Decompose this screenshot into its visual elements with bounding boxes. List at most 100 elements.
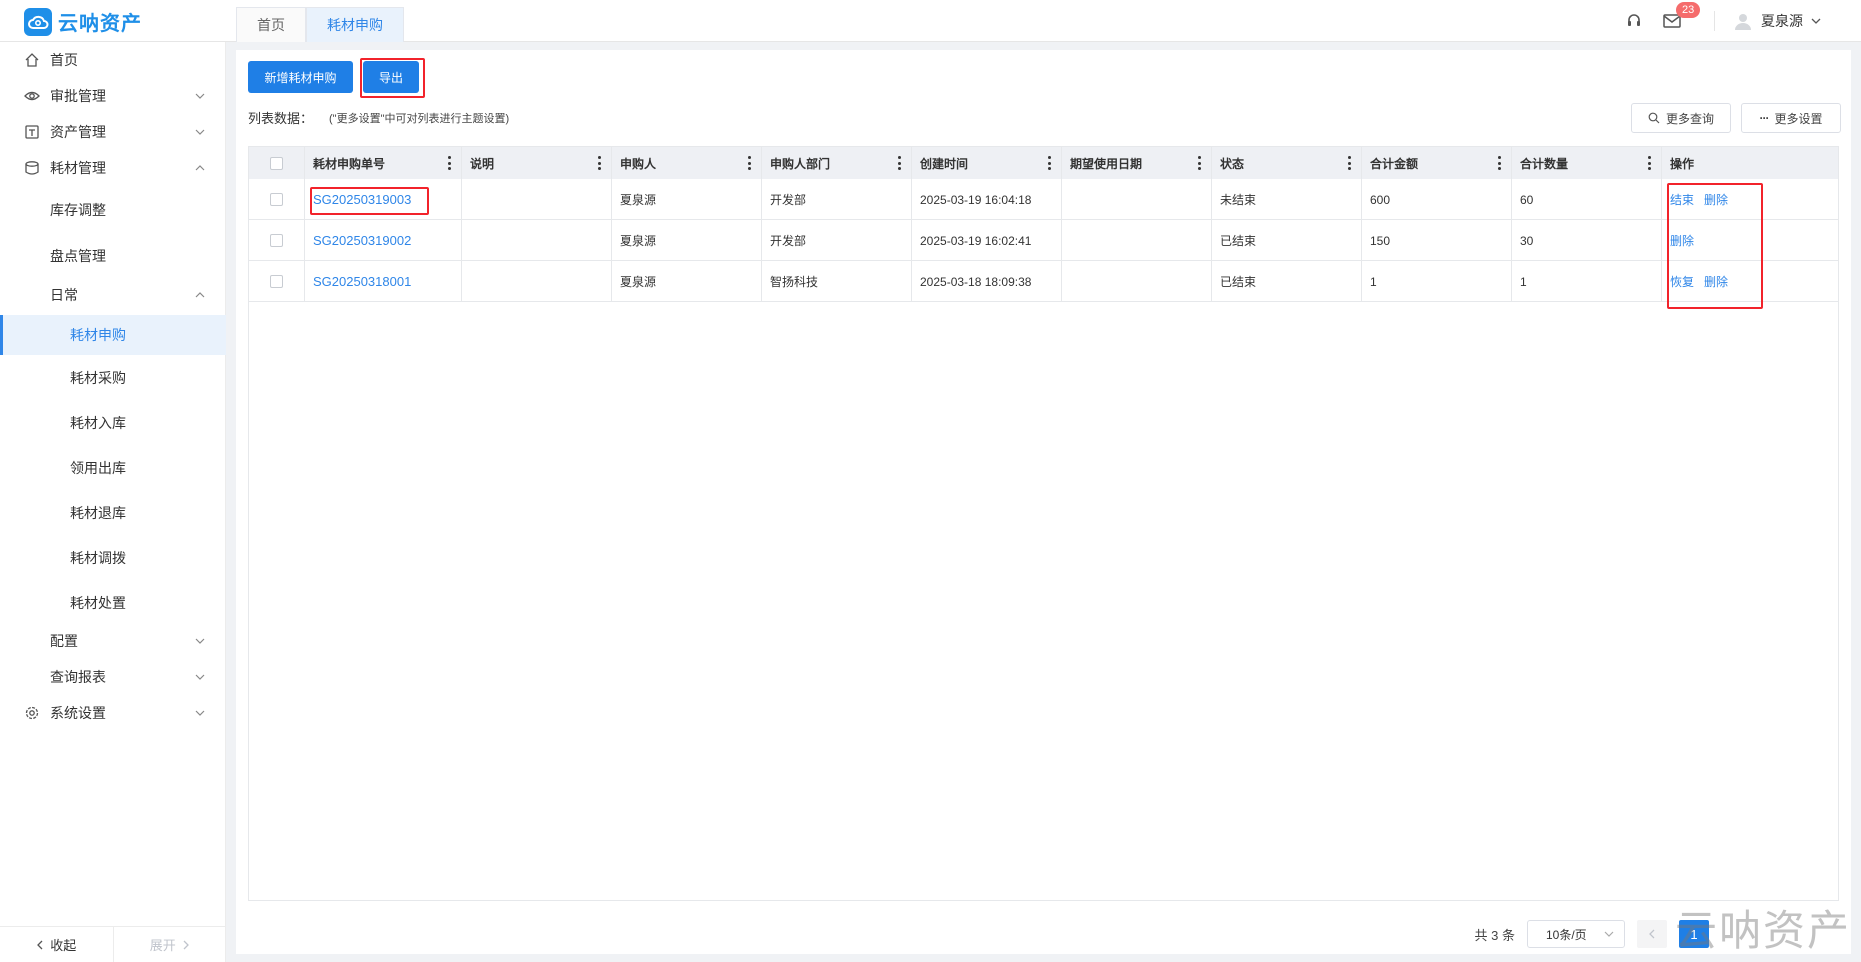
prev-page-button[interactable] bbox=[1637, 920, 1667, 948]
user-name: 夏泉源 bbox=[1761, 13, 1803, 29]
column-header[interactable]: 创建时间 bbox=[912, 147, 1062, 179]
sidebar-item-label: 盘点管理 bbox=[50, 248, 106, 264]
table-row: SG20250318001 夏泉源 智扬科技 2025-03-18 18:09:… bbox=[249, 261, 1838, 302]
column-header[interactable]: 合计金额 bbox=[1362, 147, 1512, 179]
qty-cell: 1 bbox=[1512, 261, 1662, 302]
sidebar-item-inventory[interactable]: 盘点管理 bbox=[0, 238, 226, 274]
more-settings-label: 更多设置 bbox=[1774, 111, 1823, 126]
page-size-select[interactable]: 10条/页 bbox=[1527, 920, 1625, 948]
status-cell: 未结束 bbox=[1212, 179, 1362, 220]
sidebar-item-stock-out[interactable]: 领用出库 bbox=[0, 450, 226, 486]
sidebar-item-home[interactable]: 首页 bbox=[0, 42, 226, 78]
sidebar-item-daily[interactable]: 日常 bbox=[0, 277, 226, 313]
expected-date-cell bbox=[1062, 220, 1212, 261]
column-menu-icon[interactable] bbox=[598, 156, 601, 170]
tab-consumable-request[interactable]: 耗材申购 bbox=[306, 7, 404, 42]
page-size-value: 10条/页 bbox=[1546, 927, 1587, 942]
list-label: 列表数据： bbox=[248, 111, 314, 126]
ellipsis-icon: ··· bbox=[1759, 111, 1769, 125]
collapse-button[interactable]: 收起 bbox=[0, 927, 113, 962]
sidebar-footer: 收起 展开 bbox=[0, 926, 226, 962]
sidebar-item-label: 查询报表 bbox=[50, 669, 106, 685]
mail-icon[interactable]: 23 bbox=[1662, 2, 1701, 31]
request-code-link[interactable]: SG20250319002 bbox=[313, 233, 411, 248]
dept-cell: 开发部 bbox=[762, 220, 912, 261]
sidebar-item-label: 耗材申购 bbox=[70, 327, 126, 343]
column-title: 说明 bbox=[470, 156, 495, 171]
sidebar-item-consumables[interactable]: 耗材管理 bbox=[0, 150, 226, 186]
row-checkbox[interactable] bbox=[270, 275, 283, 288]
column-title: 合计数量 bbox=[1520, 156, 1569, 171]
sidebar-item-label: 资产管理 bbox=[50, 124, 106, 140]
note-cell bbox=[462, 220, 612, 261]
row-checkbox[interactable] bbox=[270, 234, 283, 247]
column-menu-icon[interactable] bbox=[898, 156, 901, 170]
column-menu-icon[interactable] bbox=[748, 156, 751, 170]
chevron-down-icon bbox=[195, 129, 205, 135]
sidebar-item-label: 领用出库 bbox=[70, 460, 126, 476]
sidebar-item-stock-adjust[interactable]: 库存调整 bbox=[0, 192, 226, 228]
chevron-up-icon bbox=[195, 292, 205, 298]
sidebar-item-return[interactable]: 耗材退库 bbox=[0, 495, 226, 531]
created-cell: 2025-03-19 16:02:41 bbox=[912, 220, 1062, 261]
header-divider bbox=[1714, 11, 1715, 31]
table-header: 耗材申购单号 说明 申购人 申购人部门 创建时间 期望使用日期 状态 合计金额 … bbox=[249, 147, 1838, 179]
sidebar-item-stock-in[interactable]: 耗材入库 bbox=[0, 405, 226, 441]
column-header[interactable]: 期望使用日期 bbox=[1062, 147, 1212, 179]
amount-cell: 1 bbox=[1362, 261, 1512, 302]
amount-cell: 600 bbox=[1362, 179, 1512, 220]
sidebar-item-label: 库存调整 bbox=[50, 202, 106, 218]
select-all-checkbox[interactable] bbox=[270, 156, 283, 170]
sidebar-item-transfer[interactable]: 耗材调拨 bbox=[0, 540, 226, 576]
applicant-cell: 夏泉源 bbox=[612, 261, 762, 302]
amount-cell: 150 bbox=[1362, 220, 1512, 261]
column-header[interactable]: 申购人 bbox=[612, 147, 762, 179]
sidebar-item-purchase[interactable]: 耗材采购 bbox=[0, 360, 226, 396]
more-settings-button[interactable]: ··· 更多设置 bbox=[1741, 103, 1841, 133]
column-header[interactable]: 状态 bbox=[1212, 147, 1362, 179]
request-code-link[interactable]: SG20250318001 bbox=[313, 274, 411, 289]
column-menu-icon[interactable] bbox=[1198, 156, 1201, 170]
header-actions: 23 夏泉源 bbox=[1624, 0, 1821, 42]
user-menu[interactable]: 夏泉源 bbox=[1733, 11, 1821, 31]
sidebar-item-config[interactable]: 配置 bbox=[0, 623, 226, 659]
column-title: 合计金额 bbox=[1370, 156, 1419, 171]
column-header[interactable]: 说明 bbox=[462, 147, 612, 179]
sidebar-item-label: 耗材调拨 bbox=[70, 550, 126, 566]
sidebar-item-disposal[interactable]: 耗材处置 bbox=[0, 585, 226, 621]
sidebar-item-assets[interactable]: 资产管理 bbox=[0, 114, 226, 150]
chevron-right-icon bbox=[183, 940, 189, 949]
sidebar-item-label: 日常 bbox=[50, 287, 78, 303]
highlight-box bbox=[310, 187, 429, 215]
expand-button[interactable]: 展开 bbox=[112, 927, 227, 962]
column-menu-icon[interactable] bbox=[448, 156, 451, 170]
column-header[interactable]: 合计数量 bbox=[1512, 147, 1662, 179]
sidebar-item-label: 配置 bbox=[50, 633, 78, 649]
column-menu-icon[interactable] bbox=[1498, 156, 1501, 170]
sidebar-item-label: 耗材采购 bbox=[70, 370, 126, 386]
more-query-button[interactable]: 更多查询 bbox=[1631, 103, 1731, 133]
sidebar-item-system[interactable]: 系统设置 bbox=[0, 695, 226, 731]
sidebar-item-reports[interactable]: 查询报表 bbox=[0, 659, 226, 695]
created-cell: 2025-03-18 18:09:38 bbox=[912, 261, 1062, 302]
table-row: SG20250319003 夏泉源 开发部 2025-03-19 16:04:1… bbox=[249, 179, 1838, 220]
column-menu-icon[interactable] bbox=[1648, 156, 1651, 170]
chevron-down-icon bbox=[195, 710, 205, 716]
column-menu-icon[interactable] bbox=[1048, 156, 1051, 170]
app-logo[interactable]: 云呐资产 bbox=[24, 7, 142, 36]
tab-home[interactable]: 首页 bbox=[236, 7, 306, 42]
column-header[interactable]: 申购人部门 bbox=[762, 147, 912, 179]
headset-icon[interactable] bbox=[1624, 11, 1644, 31]
sidebar-item-consumable-request[interactable]: 耗材申购 bbox=[0, 315, 226, 355]
sidebar-item-approval[interactable]: 审批管理 bbox=[0, 78, 226, 114]
select-all-cell bbox=[249, 147, 305, 179]
row-checkbox[interactable] bbox=[270, 193, 283, 206]
sidebar-item-label: 审批管理 bbox=[50, 88, 106, 104]
notification-badge: 23 bbox=[1676, 2, 1701, 18]
data-table: 耗材申购单号 说明 申购人 申购人部门 创建时间 期望使用日期 状态 合计金额 … bbox=[248, 146, 1839, 901]
column-header[interactable]: 耗材申购单号 bbox=[305, 147, 462, 179]
column-menu-icon[interactable] bbox=[1348, 156, 1351, 170]
expected-date-cell bbox=[1062, 179, 1212, 220]
add-request-button[interactable]: 新增耗材申购 bbox=[248, 61, 353, 93]
column-header: 操作 bbox=[1662, 147, 1840, 179]
